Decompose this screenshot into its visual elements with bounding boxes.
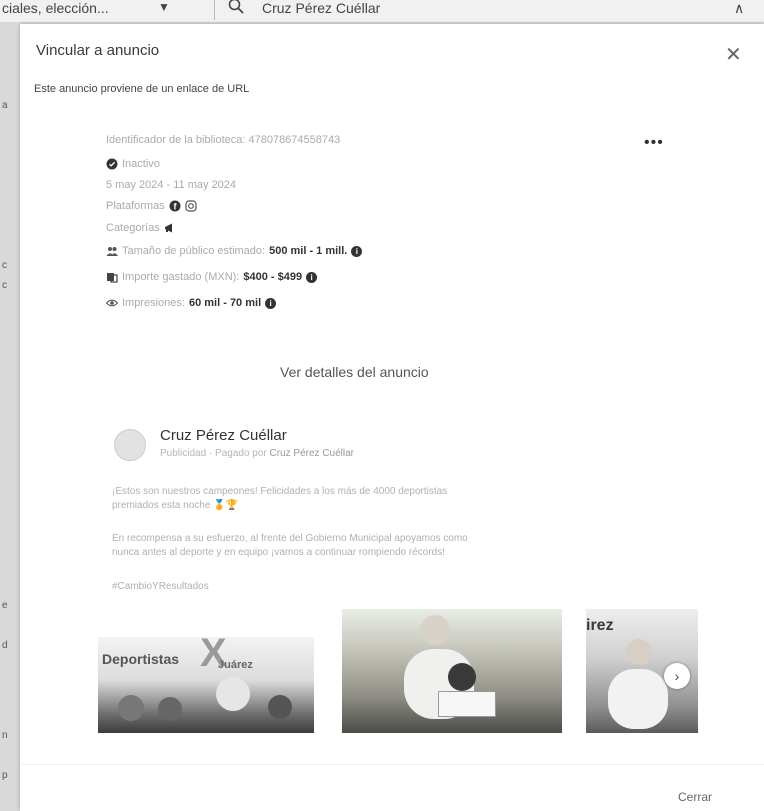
person-shape <box>448 663 476 691</box>
more-options-icon[interactable]: ••• <box>644 134 664 152</box>
library-id: Identificador de la biblioteca: 47807867… <box>106 134 340 146</box>
divider <box>20 764 764 765</box>
audience-label: Tamaño de público estimado: <box>122 245 266 257</box>
person-shape <box>118 695 144 721</box>
carousel-image[interactable]: X Deportistas Juárez <box>98 637 314 733</box>
post-text-line: ¡Estos son nuestros campeones! Felicidad… <box>112 486 448 497</box>
info-icon[interactable]: i <box>351 245 363 257</box>
person-shape <box>216 677 250 711</box>
instagram-icon <box>185 200 197 212</box>
person-shape <box>626 639 652 665</box>
person-shape <box>420 615 450 645</box>
sign-graphic <box>438 691 496 717</box>
eye-icon <box>105 297 119 309</box>
hashtag[interactable]: #CambioYResultados <box>112 580 672 594</box>
status-check-icon <box>106 158 118 170</box>
spend-label: Importe gastado (MXN): <box>122 271 240 283</box>
dialog-subtitle: Este anuncio proviene de un enlace de UR… <box>34 83 250 95</box>
facebook-icon: f <box>169 200 181 212</box>
background-search-bar: ciales, elección... ▼ Cruz Pérez Cuéllar… <box>0 0 764 22</box>
advertiser-name[interactable]: Cruz Pérez Cuéllar <box>160 427 287 444</box>
audience-value: 500 mil - 1 mill. <box>269 245 348 257</box>
library-id-text: Identificador de la biblioteca: 47807867… <box>106 134 341 146</box>
divider <box>214 0 215 20</box>
people-icon <box>106 245 118 257</box>
chevron-down-icon[interactable]: ▼ <box>158 0 170 14</box>
platforms-label: Plataformas <box>106 200 165 212</box>
run-dates: 5 may 2024 - 11 may 2024 <box>106 179 236 191</box>
spend-value: $400 - $499 <box>243 271 303 283</box>
info-icon[interactable]: i <box>265 297 277 309</box>
slide-text: Juárez <box>218 659 253 671</box>
dialog-title: Vincular a anuncio <box>36 42 160 59</box>
background-search-query[interactable]: Cruz Pérez Cuéllar <box>262 0 380 16</box>
sponsor-name: Cruz Pérez Cuéllar <box>269 448 355 459</box>
impressions-label: Impresiones: <box>122 297 185 309</box>
status-text: Inactivo <box>122 158 160 170</box>
slide-text: irez <box>586 617 614 634</box>
post-text-line: premiados esta noche 🏅🏆 <box>112 500 239 511</box>
slide-text: Deportistas <box>102 651 180 667</box>
link-to-ad-dialog: Vincular a anuncio ✕ Este anuncio provie… <box>20 24 764 811</box>
categories-row: Categorías <box>106 222 176 234</box>
close-button[interactable]: Cerrar <box>678 790 712 804</box>
close-icon[interactable]: ✕ <box>725 42 742 67</box>
audience-row: Tamaño de público estimado: 500 mil - 1 … <box>106 245 363 257</box>
status-row: Inactivo <box>106 158 160 170</box>
info-icon[interactable]: i <box>306 271 318 283</box>
person-shape <box>158 697 182 721</box>
run-dates-text: 5 may 2024 - 11 may 2024 <box>106 179 237 191</box>
sponsor-prefix: Publicidad · Pagado por <box>160 448 267 459</box>
carousel-image[interactable] <box>342 609 562 733</box>
image-carousel: X Deportistas Juárez irez <box>98 609 698 733</box>
post-text-line: nunca antes al deporte y en equipo ¡vamo… <box>112 547 445 558</box>
see-ad-details-link[interactable]: Ver detalles del anuncio <box>280 364 429 380</box>
megaphone-icon <box>164 222 176 234</box>
sponsor-line: Publicidad · Pagado por Cruz Pérez Cuéll… <box>160 448 354 459</box>
avatar[interactable] <box>114 429 146 461</box>
spend-icon <box>106 271 118 283</box>
background-left-edge: acc ednp <box>2 100 8 781</box>
spend-row: Importe gastado (MXN): $400 - $499 i <box>106 271 318 283</box>
impressions-row: Impresiones: 60 mil - 70 mil i <box>105 297 277 309</box>
categories-label: Categorías <box>106 222 160 234</box>
chevron-up-icon[interactable]: ∧ <box>734 0 744 17</box>
person-shape <box>268 695 292 719</box>
person-shape <box>608 669 668 729</box>
search-icon[interactable] <box>228 0 244 17</box>
platforms-row: Plataformas f <box>106 200 197 212</box>
carousel-next-button[interactable]: › <box>664 663 690 689</box>
post-text-line: En recompensa a su esfuerzo, al frente d… <box>112 533 468 544</box>
impressions-value: 60 mil - 70 mil <box>188 297 262 309</box>
chevron-right-icon: › <box>674 668 680 684</box>
